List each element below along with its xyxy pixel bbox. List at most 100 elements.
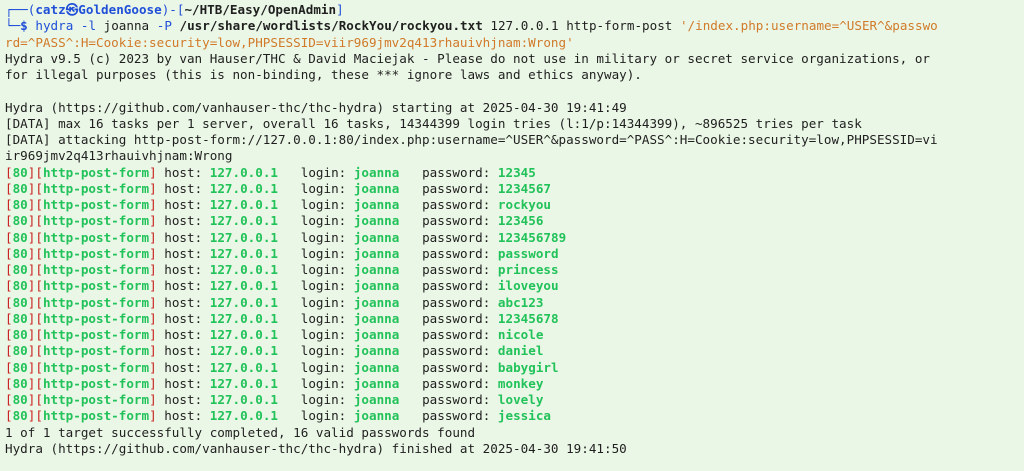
bracket: ]: [149, 229, 157, 245]
result-port: 80: [12, 294, 28, 310]
bracket: [: [5, 327, 13, 342]
bracket: [: [5, 197, 13, 212]
result-password-label: password:: [399, 392, 498, 407]
result-module: http-post-form: [42, 262, 150, 277]
result-login: joanna: [353, 164, 400, 180]
bracket: ]: [149, 180, 157, 196]
result-password: daniel: [497, 343, 544, 359]
result-login: joanna: [353, 294, 400, 310]
bracket: [: [5, 359, 13, 375]
prompt-line: ┌──(catz㉿GoldenGoose)-[~/HTB/Easy/OpenAd…: [5, 2, 1024, 18]
bracket: [: [5, 213, 13, 229]
bracket: [: [5, 392, 13, 407]
bracket: ][: [27, 164, 43, 180]
result-module: http-post-form: [42, 408, 150, 424]
result-password-label: password:: [399, 213, 498, 229]
bracket: ][: [27, 359, 43, 375]
result-login: joanna: [353, 245, 400, 261]
result-host: 127.0.0.1: [209, 278, 279, 294]
bracket: ][: [27, 310, 43, 326]
terminal-window[interactable]: ┌──(catz㉿GoldenGoose)-[~/HTB/Easy/OpenAd…: [0, 0, 1024, 471]
result-password-label: password:: [399, 310, 498, 326]
result-host: 127.0.0.1: [209, 164, 279, 180]
command-line-wrap: rd=^PASS^:H=Cookie:security=low,PHPSESSI…: [5, 34, 574, 50]
result-login-label: login:: [278, 310, 354, 326]
result-password: 12345678: [497, 310, 559, 326]
bracket: [: [5, 375, 13, 391]
result-host-label: host:: [156, 343, 210, 359]
result-login: joanna: [353, 359, 400, 375]
bracket: ][: [27, 343, 43, 359]
bracket: ][: [27, 408, 43, 424]
result-login: joanna: [353, 262, 400, 277]
command-line[interactable]: └─$ hydra -l joanna -P /usr/share/wordli…: [5, 18, 1024, 34]
bracket: ]: [149, 213, 157, 229]
bracket: ][: [27, 197, 43, 212]
result-host: 127.0.0.1: [209, 213, 279, 229]
result-password: babygirl: [497, 359, 559, 375]
result-module: http-post-form: [42, 359, 150, 375]
result-module: http-post-form: [42, 310, 150, 326]
command-bin: hydra: [35, 18, 74, 34]
bracket: [: [5, 262, 13, 277]
result-host-label: host:: [156, 408, 210, 424]
result-password-label: password:: [399, 229, 498, 245]
result-host-label: host:: [156, 294, 210, 310]
result-host-label: host:: [156, 213, 210, 229]
bracket: ]: [149, 375, 157, 391]
result-login-label: login:: [278, 408, 354, 424]
result-login-label: login:: [278, 164, 354, 180]
data-line-2a: [DATA] attacking http-post-form://127.0.…: [5, 132, 938, 147]
result-row: [80][http-post-form] host: 127.0.0.1 log…: [5, 376, 1024, 392]
bracket: [: [5, 164, 13, 180]
prompt-box-top: ┌──(: [5, 2, 36, 17]
result-port: 80: [12, 310, 28, 326]
result-login-label: login:: [278, 327, 354, 342]
bracket: ]: [149, 278, 157, 294]
summary-line: 1 of 1 target successfully completed, 16…: [5, 424, 476, 440]
result-row: [80][http-post-form] host: 127.0.0.1 log…: [5, 246, 1024, 262]
result-row: [80][http-post-form] host: 127.0.0.1 log…: [5, 278, 1024, 294]
result-host: 127.0.0.1: [209, 245, 279, 261]
result-host-label: host:: [156, 327, 210, 342]
result-password: lovely: [497, 392, 544, 407]
result-row: [80][http-post-form] host: 127.0.0.1 log…: [5, 408, 1024, 424]
result-port: 80: [12, 343, 28, 359]
result-password: jessica: [497, 408, 551, 424]
result-port: 80: [12, 245, 28, 261]
result-port: 80: [12, 213, 28, 229]
banner-line-2: for illegal purposes (this is non-bindin…: [5, 67, 642, 82]
bracket: ][: [27, 180, 43, 196]
result-host-label: host:: [156, 392, 210, 407]
result-login: joanna: [353, 310, 400, 326]
bracket: ]: [149, 197, 157, 212]
result-password-label: password:: [399, 164, 498, 180]
result-login: joanna: [353, 392, 400, 407]
result-host: 127.0.0.1: [209, 343, 279, 359]
result-port: 80: [12, 327, 28, 342]
result-module: http-post-form: [42, 180, 150, 196]
bracket: ][: [27, 392, 43, 407]
result-module: http-post-form: [42, 278, 150, 294]
result-port: 80: [12, 262, 28, 277]
result-login-label: login:: [278, 392, 354, 407]
result-row: [80][http-post-form] host: 127.0.0.1 log…: [5, 343, 1024, 359]
result-login-label: login:: [278, 197, 354, 212]
command-opt-p: -P: [156, 18, 172, 34]
result-login: joanna: [353, 197, 400, 212]
bracket: ][: [27, 278, 43, 294]
prompt-box-bottom: └─: [5, 18, 21, 34]
result-host-label: host:: [156, 278, 210, 294]
result-port: 80: [12, 408, 28, 424]
bracket: [: [5, 310, 13, 326]
result-host: 127.0.0.1: [209, 180, 279, 196]
result-port: 80: [12, 375, 28, 391]
bracket: ][: [27, 245, 43, 261]
bracket: ]: [149, 343, 157, 359]
result-row: [80][http-post-form] host: 127.0.0.1 log…: [5, 360, 1024, 376]
result-password: princess: [497, 262, 559, 277]
result-host-label: host:: [156, 180, 210, 196]
result-login: joanna: [353, 213, 400, 229]
result-host-label: host:: [156, 359, 210, 375]
